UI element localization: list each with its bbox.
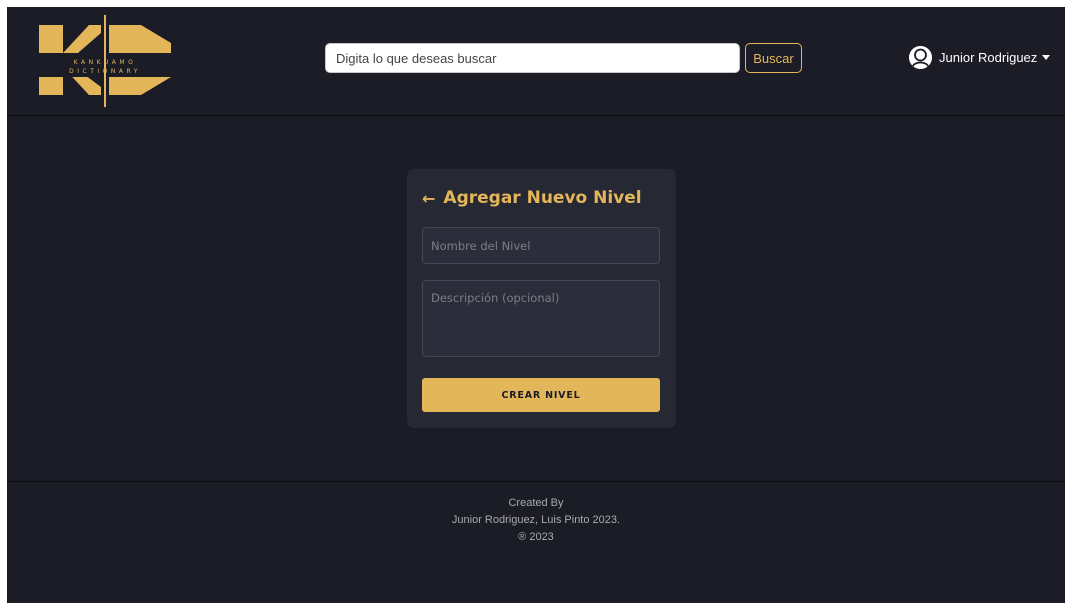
footer-divider [7,481,1065,482]
footer: Created By Junior Rodriguez, Luis Pinto … [7,495,1065,546]
logo-line-1: KANKUAMO [73,59,137,66]
form-title: ← Agregar Nuevo Nivel [422,188,642,208]
arrow-left-icon[interactable]: ← [422,189,435,208]
search-input[interactable] [325,43,740,73]
create-level-button[interactable]: CREAR NIVEL [422,378,660,412]
logo-line-2: DICTIONARY [69,68,141,75]
level-name-input[interactable] [422,227,660,264]
user-icon [909,45,932,69]
search-button[interactable]: Buscar [745,43,802,73]
avatar [909,45,932,69]
logo[interactable]: KANKUAMO DICTIONARY [37,15,173,107]
user-menu[interactable]: Junior Rodriguez [909,42,1051,72]
add-level-card: ← Agregar Nuevo Nivel CREAR NIVEL [407,169,676,428]
footer-copyright: ® 2023 [518,531,554,543]
app-frame: KANKUAMO DICTIONARY Buscar Junior Rodrig… [7,7,1065,603]
form-title-text: Agregar Nuevo Nivel [443,188,642,208]
footer-authors: Junior Rodriguez, Luis Pinto 2023. [451,514,621,526]
level-description-input[interactable] [422,280,660,357]
footer-created-by: Created By [508,497,564,509]
user-name: Junior Rodriguez [939,49,1038,65]
caret-down-icon [1042,54,1051,60]
header: KANKUAMO DICTIONARY Buscar Junior Rodrig… [7,7,1065,116]
